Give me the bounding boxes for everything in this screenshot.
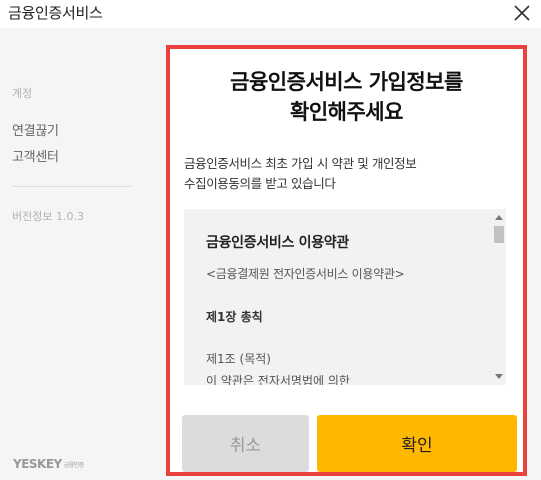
scrollbar-thumb[interactable] — [494, 226, 504, 243]
dialog-description-line1: 금융인증서비스 최초 가입 시 약관 및 개인정보 — [184, 156, 417, 171]
sidebar: 계정 연결끊기 고객센터 버전정보 1.0.3 YESKEY 금융인증 — [0, 28, 153, 480]
terms-article: 제1조 (목적) — [206, 352, 271, 366]
close-icon[interactable] — [509, 0, 535, 26]
terms-subtitle: <금융결제원 전자인증서비스 이용약관> — [206, 267, 405, 281]
sidebar-item-disconnect[interactable]: 연결끊기 — [12, 120, 59, 139]
dialog-description: 금융인증서비스 최초 가입 시 약관 및 개인정보 수집이용동의를 받고 있습니… — [184, 154, 504, 194]
terms-scrollbar[interactable] — [492, 209, 506, 385]
confirm-button[interactable]: 확인 — [317, 415, 517, 472]
sidebar-item-customer-center[interactable]: 고객센터 — [12, 146, 59, 165]
logo-text: YESKEY — [13, 457, 62, 471]
terms-chapter: 제1장 총칙 — [206, 310, 263, 324]
dialog-title: 금융인증서비스 가입정보를 확인해주세요 — [174, 67, 519, 127]
cancel-button[interactable]: 취소 — [182, 415, 309, 472]
title-bar: 금융인증서비스 — [0, 0, 541, 28]
dialog-description-line2: 수집이용동의를 받고 있습니다 — [184, 176, 336, 191]
sidebar-divider — [12, 186, 131, 187]
terms-body: 이 약관은 전자서명법에 의한 — [206, 374, 350, 385]
terms-scroll-box[interactable]: 금융인증서비스 이용약관 <금융결제원 전자인증서비스 이용약관> 제1장 총칙… — [184, 209, 506, 385]
logo-subtext: 금융인증 — [63, 462, 85, 469]
version-info: 버전정보 1.0.3 — [12, 210, 84, 223]
scroll-up-arrow-icon[interactable] — [495, 215, 503, 220]
dialog-title-line1: 금융인증서비스 가입정보를 — [230, 70, 463, 94]
dialog-title-line2: 확인해주세요 — [290, 100, 403, 124]
window-title: 금융인증서비스 — [8, 4, 103, 22]
scroll-down-arrow-icon[interactable] — [495, 374, 503, 379]
terms-heading: 금융인증서비스 이용약관 — [206, 235, 349, 251]
yeskey-logo: YESKEY 금융인증 — [13, 457, 84, 471]
sidebar-section-label: 계정 — [12, 87, 33, 100]
consent-dialog: 금융인증서비스 가입정보를 확인해주세요 금융인증서비스 최초 가입 시 약관 … — [166, 45, 527, 476]
